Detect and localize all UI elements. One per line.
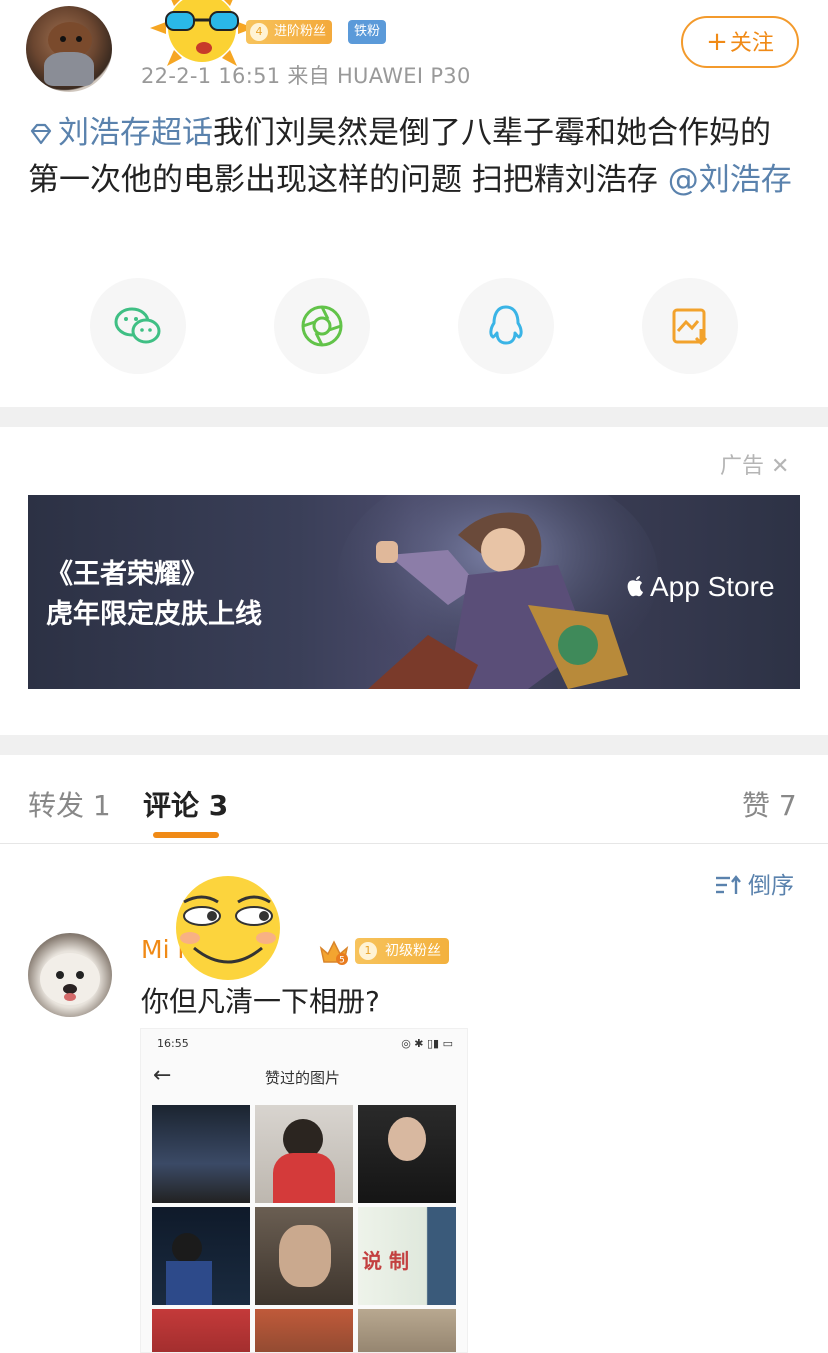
thumb-figure-body [273,1153,335,1203]
thumb-figure-head [388,1117,426,1161]
sort-label: 倒序 [748,873,794,899]
thumb-figure-body [166,1261,212,1305]
ad-title: 《王者荣耀》 虎年限定皮肤上线 [46,555,262,635]
share-wechat-button[interactable] [90,278,186,374]
save-image-button[interactable] [642,278,738,374]
app-store-link[interactable]: App Store [626,571,775,603]
thumbnail-image [255,1105,353,1203]
fan-level-badge: 4 进阶粉丝 [246,20,333,44]
fan-level-number: 4 [250,23,268,41]
comment-text: 你但凡清一下相册? [141,985,380,1018]
iron-fan-badge: 铁粉 [348,20,387,44]
thumbnail-image [255,1207,353,1305]
ad-label[interactable]: 广告 ✕ [720,448,789,480]
share-qq-button[interactable] [458,278,554,374]
supertopic-label: 刘浩存超话 [58,115,213,151]
commenter-fan-label: 初级粉丝 [385,943,441,959]
crown-level: 5 [339,956,345,966]
screenshot-time: 16:55 [157,1037,189,1050]
ad-title-line2: 虎年限定皮肤上线 [46,599,262,630]
thumbnail-image [152,1309,250,1352]
commenter-fan-level: 1 [359,942,377,960]
moments-icon [301,305,343,347]
ad-title-line1: 《王者荣耀》 [46,559,208,590]
post-meta: 22-2-1 16:51 来自 HUAWEI P30 [141,64,471,88]
save-image-icon [672,308,708,346]
thumbnail-image [255,1309,353,1352]
close-icon[interactable]: ✕ [771,454,789,479]
thumbnail-image [152,1207,250,1305]
active-tab-indicator [153,832,219,838]
thumb-overlay-text: 说 制 [362,1249,409,1273]
app-store-label: App Store [650,571,775,602]
qq-icon [489,305,523,345]
section-divider [0,735,828,755]
follow-label: 关注 [729,31,774,56]
back-arrow-icon: ← [153,1063,172,1088]
supertopic-link[interactable]: 刘浩存超话 [28,115,213,151]
smirk-sticker-icon [176,876,280,980]
thumbnail-image [358,1105,456,1203]
poster-avatar[interactable] [26,6,112,92]
sort-toggle[interactable]: 倒序 [714,866,794,900]
sort-icon [716,875,741,894]
thumbnail-image: 说 制 [358,1207,456,1305]
wechat-icon [114,307,161,344]
diamond-icon [30,123,52,145]
thumbnail-image [358,1309,456,1352]
crown-icon: 5 [319,940,349,966]
share-moments-button[interactable] [274,278,370,374]
follow-button[interactable]: +关注 [681,16,799,68]
ad-banner[interactable]: 《王者荣耀》 虎年限定皮肤上线 App Store [28,495,800,689]
commenter-avatar[interactable] [28,933,112,1017]
thumbnail-image [152,1105,250,1203]
ad-text: 广告 [720,454,765,479]
tab-repost[interactable]: 转发 1 [28,784,111,824]
thumb-figure-head [172,1233,202,1263]
comment-tabs: 转发 1 评论 3 赞 7 [0,758,828,844]
post-body: 刘浩存超话我们刘昊然是倒了八辈子霉和她合作妈的 第一次他的电影出现这样的问题 扫… [28,110,808,204]
thumb-figure-head [279,1225,331,1287]
commenter-fan-badge: 1 初级粉丝 [355,938,449,964]
apple-icon [627,576,643,597]
plus-icon: + [706,27,728,57]
avatar-eye [76,36,82,42]
tab-comment[interactable]: 评论 3 [143,784,228,824]
game-hero-illustration [338,495,658,689]
tab-like[interactable]: 赞 7 [742,784,797,824]
avatar-dog-face [40,953,100,1005]
comment-image[interactable]: 16:55 ◎ ✱ ▯▮ ▭ ← 赞过的图片 说 制 [140,1028,468,1353]
avatar-dog-body [44,52,94,86]
avatar-eye [60,36,66,42]
screenshot-title: 赞过的图片 [265,1069,341,1087]
section-divider [0,407,828,427]
mention-link[interactable]: @刘浩存 [668,162,792,198]
screenshot-status-icons: ◎ ✱ ▯▮ ▭ [401,1037,453,1050]
share-row [0,278,828,376]
fan-level-label: 进阶粉丝 [274,24,327,39]
